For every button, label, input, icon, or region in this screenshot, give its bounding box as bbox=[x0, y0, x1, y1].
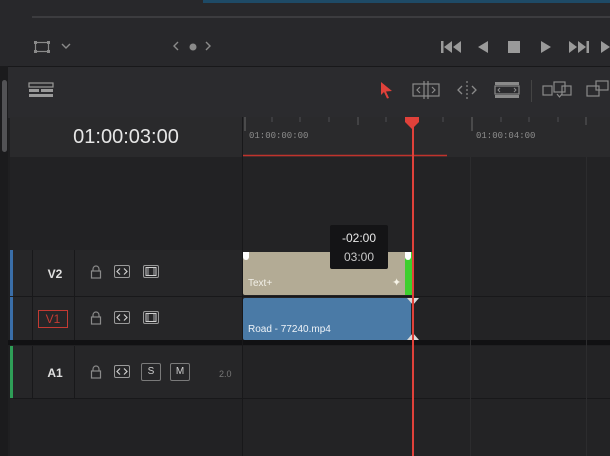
grid-line bbox=[470, 157, 471, 456]
next-marker-icon[interactable] bbox=[204, 41, 212, 51]
timecode-display[interactable]: 01:00:03:00 bbox=[10, 117, 242, 157]
header-divider bbox=[74, 346, 75, 398]
track-header-empty bbox=[10, 399, 242, 456]
sparkle-icon: ✦ bbox=[392, 277, 402, 289]
go-to-end-icon[interactable] bbox=[568, 40, 590, 54]
trim-duration-text: 03:00 bbox=[343, 250, 375, 264]
viewer-scrubber[interactable] bbox=[32, 16, 610, 18]
header-divider bbox=[32, 250, 33, 296]
timeline-view-options-icon[interactable] bbox=[28, 82, 54, 98]
trim-offset-text: -02:00 bbox=[341, 231, 377, 245]
ruler-mark-start: 01:00:00:00 bbox=[249, 131, 309, 141]
viewer-panel bbox=[0, 0, 610, 66]
marker-dot-icon[interactable] bbox=[188, 42, 198, 52]
header-divider bbox=[32, 297, 33, 340]
header-divider bbox=[74, 297, 75, 340]
auto-select-icon[interactable] bbox=[114, 365, 130, 378]
overwrite-clip-icon[interactable] bbox=[586, 80, 610, 100]
lock-icon[interactable] bbox=[90, 265, 102, 279]
auto-select-icon[interactable] bbox=[114, 311, 130, 324]
go-to-start-icon[interactable] bbox=[440, 40, 462, 54]
lock-icon[interactable] bbox=[90, 365, 102, 379]
loop-icon[interactable] bbox=[600, 40, 610, 54]
audio-level-readout: 2.0 bbox=[219, 369, 232, 379]
chevron-down-icon[interactable] bbox=[60, 40, 72, 52]
mute-button[interactable]: M bbox=[170, 363, 190, 381]
header-divider bbox=[32, 346, 33, 398]
play-icon[interactable] bbox=[540, 40, 552, 54]
solo-button[interactable]: S bbox=[141, 363, 161, 381]
stop-icon[interactable] bbox=[508, 41, 520, 53]
viewer-size-icon[interactable] bbox=[34, 40, 50, 54]
timeline-empty-area[interactable] bbox=[243, 157, 610, 250]
grid-line bbox=[586, 157, 587, 456]
playhead-handle-icon[interactable] bbox=[404, 117, 420, 129]
clip-start-marker bbox=[243, 252, 249, 260]
playhead-line[interactable] bbox=[412, 117, 414, 456]
header-divider bbox=[74, 250, 75, 296]
viewer-image bbox=[203, 0, 610, 3]
insert-clip-icon[interactable] bbox=[542, 80, 572, 100]
track-header-spacer bbox=[10, 157, 242, 250]
left-scrollbar-thumb[interactable] bbox=[2, 80, 7, 152]
selection-tool-icon[interactable] bbox=[378, 81, 394, 99]
track-label-a1[interactable]: A1 bbox=[36, 366, 74, 380]
clip-label-video: Road - 77240.mp4 bbox=[248, 324, 331, 335]
timeline-empty-lower[interactable] bbox=[243, 399, 610, 456]
prev-marker-icon[interactable] bbox=[172, 41, 180, 51]
ruler-mark-4s: 01:00:04:00 bbox=[476, 131, 536, 141]
track-enable-icon[interactable] bbox=[143, 265, 159, 278]
auto-select-icon[interactable] bbox=[114, 265, 130, 278]
clip-end-marker bbox=[405, 252, 411, 260]
trim-edit-tool-icon[interactable] bbox=[412, 81, 440, 99]
dynamic-trim-tool-icon[interactable] bbox=[454, 81, 480, 99]
track-enable-icon[interactable] bbox=[143, 311, 159, 324]
lock-icon[interactable] bbox=[90, 311, 102, 325]
blade-tool-icon[interactable] bbox=[494, 81, 520, 99]
play-reverse-icon[interactable] bbox=[477, 40, 489, 54]
clip-label-text: Text+ bbox=[248, 278, 273, 289]
track-label-v2[interactable]: V2 bbox=[36, 267, 74, 281]
timeline-lane-a1[interactable] bbox=[243, 346, 610, 399]
toolbar-divider bbox=[531, 80, 532, 102]
track-label-v1[interactable]: V1 bbox=[38, 310, 68, 328]
video-audio-separator[interactable] bbox=[8, 340, 610, 345]
